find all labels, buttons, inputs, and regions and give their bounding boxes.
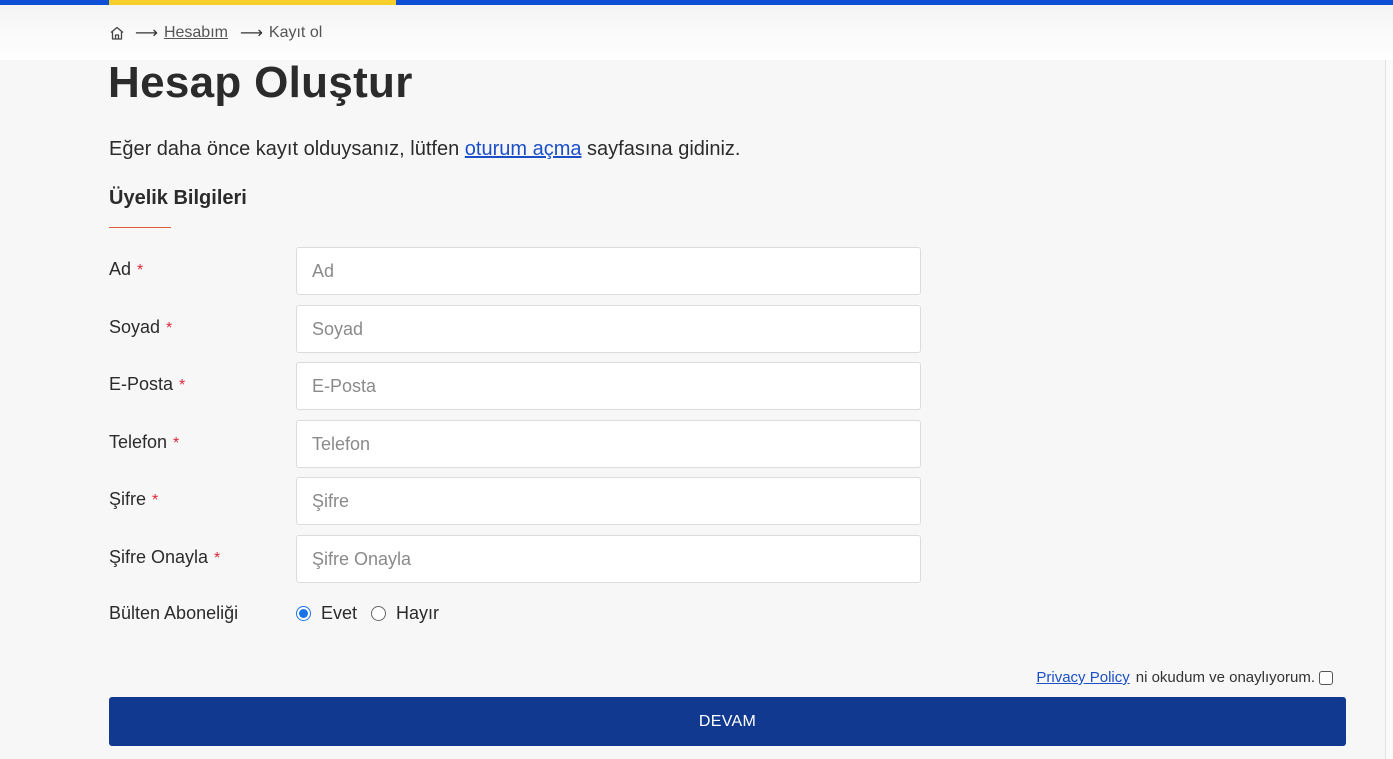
password-label-text: Şifre <box>109 489 147 509</box>
page-scrollbar[interactable] <box>1385 60 1393 759</box>
email-label: E-Posta * <box>109 374 185 395</box>
newsletter-no-radio[interactable] <box>371 605 387 621</box>
home-icon[interactable] <box>109 25 125 41</box>
password-confirm-label: Şifre Onayla * <box>109 547 220 568</box>
newsletter-yes-radio[interactable] <box>296 605 311 621</box>
form-row-email: E-Posta * <box>109 362 921 410</box>
newsletter-row: Bülten Aboneliği Evet Hayır <box>109 600 709 626</box>
privacy-consent: Privacy Policy ni okudum ve onaylıyorum. <box>1036 669 1333 686</box>
form-row-last-name: Soyad * <box>109 305 921 353</box>
section-underline <box>109 227 171 228</box>
required-mark: * <box>214 550 221 567</box>
privacy-consent-text: ni okudum ve onaylıyorum. <box>1135 669 1315 686</box>
form-row-first-name: Ad * <box>109 247 921 295</box>
last-name-label-text: Soyad <box>109 317 161 337</box>
password-confirm-label-text: Şifre Onayla <box>109 547 209 567</box>
intro-text-after: sayfasına gidiniz. <box>581 138 741 160</box>
form-row-phone: Telefon * <box>109 420 921 468</box>
form-row-password: Şifre * <box>109 477 921 525</box>
required-mark: * <box>166 320 173 337</box>
email-input[interactable] <box>296 362 921 410</box>
first-name-input[interactable] <box>296 247 921 295</box>
password-input[interactable] <box>296 477 921 525</box>
breadcrumb-link-account[interactable]: Hesabım <box>164 24 228 42</box>
privacy-consent-checkbox[interactable] <box>1319 670 1333 685</box>
intro-text-before: Eğer daha önce kayıt olduysanız, lütfen <box>109 138 465 160</box>
required-mark: * <box>179 377 186 394</box>
login-intro-text: Eğer daha önce kayıt olduysanız, lütfen … <box>109 138 740 161</box>
login-link[interactable]: oturum açma <box>465 138 582 160</box>
continue-button[interactable]: DEVAM <box>109 697 1346 746</box>
email-label-text: E-Posta <box>109 374 174 394</box>
breadcrumb: ⟶ Hesabım ⟶ Kayıt ol <box>109 22 322 44</box>
password-confirm-input[interactable] <box>296 535 921 583</box>
phone-label: Telefon * <box>109 432 179 453</box>
first-name-label-text: Ad <box>109 259 132 279</box>
password-label: Şifre * <box>109 489 158 510</box>
privacy-policy-link[interactable]: Privacy Policy <box>1036 669 1129 686</box>
last-name-input[interactable] <box>296 305 921 353</box>
required-mark: * <box>173 435 180 452</box>
first-name-label: Ad * <box>109 259 143 280</box>
phone-label-text: Telefon <box>109 432 168 452</box>
required-mark: * <box>137 262 144 279</box>
phone-input[interactable] <box>296 420 921 468</box>
required-mark: * <box>152 492 159 509</box>
breadcrumb-current: Kayıt ol <box>268 24 323 41</box>
breadcrumb-separator: ⟶ <box>239 25 263 42</box>
breadcrumb-separator: ⟶ <box>135 25 158 42</box>
page-title: Hesap Oluştur <box>108 58 413 107</box>
newsletter-radio-group: Evet Hayır <box>296 600 453 626</box>
last-name-label: Soyad * <box>109 317 172 338</box>
section-title: Üyelik Bilgileri <box>109 187 247 209</box>
form-row-password-confirm: Şifre Onayla * <box>109 535 921 583</box>
newsletter-yes-label[interactable]: Evet <box>321 603 357 624</box>
newsletter-no-label[interactable]: Hayır <box>396 603 439 624</box>
newsletter-label: Bülten Aboneliği <box>109 603 239 623</box>
